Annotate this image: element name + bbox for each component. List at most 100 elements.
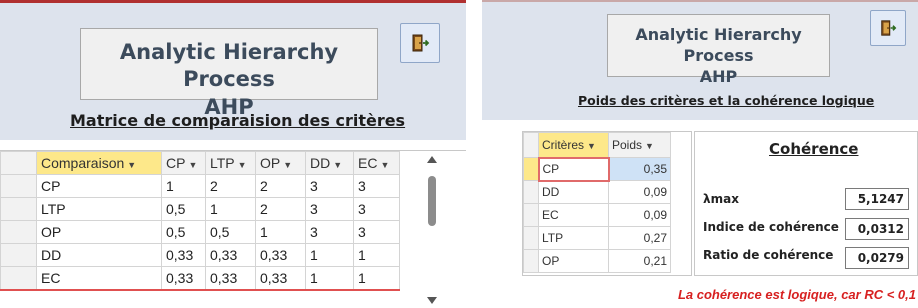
table-cell[interactable]: EC [36,266,162,291]
table-header-row: Critères ▼ Poids ▼ [523,132,671,158]
table-cell[interactable]: 3 [305,174,354,198]
table-cell[interactable]: 2 [255,197,306,221]
table-cell[interactable]: EC [538,203,609,227]
coherence-panel: Cohérence λmax 5,1247 Indice de cohérenc… [694,131,918,276]
table-cell[interactable]: 0,33 [205,243,256,267]
table-cell[interactable]: 0,33 [255,243,306,267]
form-header: Analytic Hierarchy Process AHP Poids des… [482,0,918,120]
comparison-matrix-panel: Analytic Hierarchy Process AHP Matrice d… [0,0,466,308]
table-cell[interactable]: CP [537,156,610,182]
record-selector[interactable] [523,203,539,227]
record-selector[interactable] [0,197,37,221]
dropdown-arrow-icon[interactable]: ▼ [188,160,197,170]
table-row: CP 0,35 [523,156,671,182]
column-header-op[interactable]: OP ▼ [255,151,306,175]
dropdown-arrow-icon[interactable]: ▼ [587,141,596,151]
weights-subtitle: Poids des critères et la cohérence logiq… [578,93,875,108]
exit-button[interactable] [870,10,906,46]
table-cell[interactable]: 0,33 [255,266,306,291]
column-header-ec[interactable]: EC ▼ [353,151,400,175]
table-cell[interactable]: 0,27 [608,226,671,250]
record-selector-corner[interactable] [523,132,539,158]
record-selector[interactable] [523,180,539,204]
table-cell[interactable]: 0,33 [205,266,256,291]
record-selector[interactable] [523,249,539,273]
panel-divider [466,0,482,308]
table-cell[interactable]: 1 [353,266,400,291]
weights-coherence-panel: Analytic Hierarchy Process AHP Poids des… [482,0,918,308]
record-selector[interactable] [0,174,37,198]
table-cell[interactable]: 0,33 [161,243,206,267]
table-cell[interactable]: 0,09 [608,180,671,204]
column-header-cp[interactable]: CP ▼ [161,151,206,175]
table-row: OP 0,21 [523,249,671,273]
exit-button[interactable] [400,23,440,63]
record-selector-corner[interactable] [0,151,37,175]
table-cell[interactable]: 0,5 [161,220,206,244]
dropdown-arrow-icon[interactable]: ▼ [333,160,342,170]
table-cell[interactable]: 1 [353,243,400,267]
table-cell[interactable]: 3 [353,197,400,221]
table-cell[interactable]: CP [36,174,162,198]
table-cell[interactable]: 3 [305,197,354,221]
column-header-comparaison[interactable]: Comparaison ▼ [36,151,162,175]
dropdown-arrow-icon[interactable]: ▼ [238,160,247,170]
table-cell[interactable]: DD [36,243,162,267]
table-row: DD 0,09 [523,180,671,204]
table-cell[interactable]: LTP [36,197,162,221]
weights-table: Critères ▼ Poids ▼ CP 0,35 DD 0,09 EC 0,… [523,132,671,273]
table-row: OP 0,5 0,5 1 3 3 [0,220,400,244]
table-cell[interactable]: 0,5 [205,220,256,244]
table-cell[interactable]: 2 [205,174,256,198]
lambda-max-label: λmax [703,192,739,206]
vertical-scrollbar[interactable] [424,152,440,308]
scrollbar-thumb[interactable] [428,176,436,226]
record-selector[interactable] [523,157,539,181]
table-cell[interactable]: 3 [353,220,400,244]
record-selector[interactable] [0,243,37,267]
table-cell[interactable]: 1 [255,220,306,244]
scroll-up-arrow-icon[interactable] [427,156,437,163]
record-selector[interactable] [523,226,539,250]
record-selector[interactable] [0,220,37,244]
table-row: DD 0,33 0,33 0,33 1 1 [0,243,400,267]
table-cell[interactable]: 1 [305,243,354,267]
column-header-ltp[interactable]: LTP ▼ [205,151,256,175]
table-cell[interactable]: 2 [255,174,306,198]
consistency-ratio-field[interactable]: 0,0279 [845,247,909,269]
table-row: LTP 0,27 [523,226,671,250]
consistency-ratio-label: Ratio de cohérence [703,248,834,262]
dropdown-arrow-icon[interactable]: ▼ [283,160,292,170]
column-header-poids[interactable]: Poids ▼ [608,132,671,158]
table-cell[interactable]: 0,21 [608,249,671,273]
column-header-dd[interactable]: DD ▼ [305,151,354,175]
table-cell[interactable]: 0,5 [161,197,206,221]
dropdown-arrow-icon[interactable]: ▼ [645,141,654,151]
table-cell[interactable]: 0,35 [608,157,671,181]
dropdown-arrow-icon[interactable]: ▼ [380,160,389,170]
table-cell[interactable]: 0,09 [608,203,671,227]
table-cell[interactable]: DD [538,180,609,204]
table-cell[interactable]: 3 [305,220,354,244]
comparison-table: Comparaison ▼ CP ▼ LTP ▼ OP ▼ DD ▼ EC ▼ CP 1 2… [0,151,400,291]
table-cell[interactable]: LTP [538,226,609,250]
lambda-max-field[interactable]: 5,1247 [845,188,909,210]
exit-door-icon [881,20,897,36]
dropdown-arrow-icon[interactable]: ▼ [127,160,136,170]
table-cell[interactable]: 1 [305,266,354,291]
table-cell[interactable]: 3 [353,174,400,198]
table-cell[interactable]: OP [538,249,609,273]
table-cell[interactable]: 1 [205,197,256,221]
table-cell[interactable]: 1 [161,174,206,198]
consistency-index-field[interactable]: 0,0312 [845,218,909,240]
scroll-down-arrow-icon[interactable] [427,297,437,304]
exit-door-icon [412,34,430,52]
table-cell[interactable]: OP [36,220,162,244]
record-selector[interactable] [0,266,37,291]
title-line-1: Analytic Hierarchy Process [635,25,802,65]
form-header: Analytic Hierarchy Process AHP Matrice d… [0,0,466,140]
form-title: Analytic Hierarchy Process AHP [80,28,378,119]
table-cell[interactable]: 0,33 [161,266,206,291]
title-line-2: AHP [699,66,738,86]
column-header-criteres[interactable]: Critères ▼ [538,132,609,158]
